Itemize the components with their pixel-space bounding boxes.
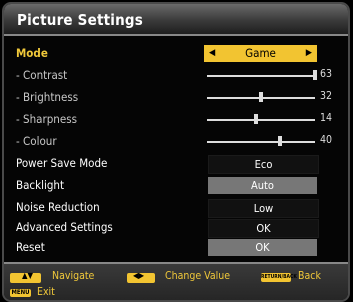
colour-row[interactable]: - Colour 40 <box>4 132 348 153</box>
backlight-value[interactable]: Auto <box>208 177 317 194</box>
power-save-mode-label: Power Save Mode <box>16 156 108 170</box>
reset-ok-button[interactable]: OK <box>208 239 317 256</box>
backlight-row[interactable]: Backlight Auto <box>4 176 348 197</box>
exit-hint: Exit <box>37 286 55 298</box>
navigate-hint: Navigate <box>52 270 95 282</box>
left-right-key-icon: ◀▶ <box>127 271 155 283</box>
colour-slider-knob[interactable] <box>278 136 283 146</box>
navigate-key-icon: ▲▼ <box>10 271 41 283</box>
sharpness-row[interactable]: - Sharpness 14 <box>4 110 348 131</box>
footer-hints: ▲▼ Navigate ◀▶ Change Value RETURN/BACK … <box>4 264 348 300</box>
brightness-slider-knob[interactable] <box>259 92 263 102</box>
reset-label: Reset <box>16 240 45 254</box>
advanced-settings-row[interactable]: Advanced Settings OK <box>4 218 348 239</box>
menu-key-icon: MENU <box>10 289 31 297</box>
mode-selector[interactable]: ◀ Game ▶ <box>204 45 317 62</box>
tv-screen: Picture Settings Mode ◀ Game ▶ - Contras… <box>0 0 353 302</box>
picture-settings-menu: Picture Settings Mode ◀ Game ▶ - Contras… <box>2 2 350 302</box>
brightness-label: - Brightness <box>16 90 79 104</box>
backlight-label: Backlight <box>16 178 65 192</box>
advanced-settings-label: Advanced Settings <box>16 220 113 234</box>
noise-reduction-row[interactable]: Noise Reduction Low <box>4 198 348 219</box>
title-bar: Picture Settings <box>4 4 348 34</box>
power-save-mode-row[interactable]: Power Save Mode Eco <box>4 154 348 175</box>
back-hint: Back <box>298 270 321 282</box>
brightness-row[interactable]: - Brightness 32 <box>4 88 348 109</box>
sharpness-label: - Sharpness <box>16 112 78 126</box>
brightness-value: 32 <box>320 90 333 102</box>
contrast-label: - Contrast <box>16 68 68 82</box>
mode-row[interactable]: Mode ◀ Game ▶ <box>4 44 348 65</box>
sharpness-value: 14 <box>320 112 333 124</box>
noise-reduction-label: Noise Reduction <box>16 200 100 214</box>
return-back-key-icon: RETURN/BACK <box>261 273 297 282</box>
contrast-row[interactable]: - Contrast 63 <box>4 66 348 87</box>
colour-label: - Colour <box>16 134 57 148</box>
power-save-mode-value[interactable]: Eco <box>208 155 319 174</box>
contrast-value: 63 <box>320 68 333 80</box>
sharpness-slider-knob[interactable] <box>253 114 258 124</box>
noise-reduction-value[interactable]: Low <box>208 199 319 218</box>
change-value-hint: Change Value <box>165 270 231 282</box>
advanced-settings-ok-button[interactable]: OK <box>208 219 319 238</box>
mode-value: Game <box>245 46 276 60</box>
contrast-slider[interactable] <box>207 75 315 77</box>
menu-title: Picture Settings <box>17 11 143 29</box>
reset-row[interactable]: Reset OK <box>4 238 348 259</box>
contrast-slider-knob[interactable] <box>313 70 317 80</box>
sharpness-slider[interactable] <box>207 119 315 121</box>
colour-slider[interactable] <box>207 141 315 143</box>
mode-label: Mode <box>16 46 48 60</box>
title-divider <box>4 34 348 36</box>
colour-value: 40 <box>320 134 333 146</box>
arrow-right-icon[interactable]: ▶ <box>306 45 312 62</box>
